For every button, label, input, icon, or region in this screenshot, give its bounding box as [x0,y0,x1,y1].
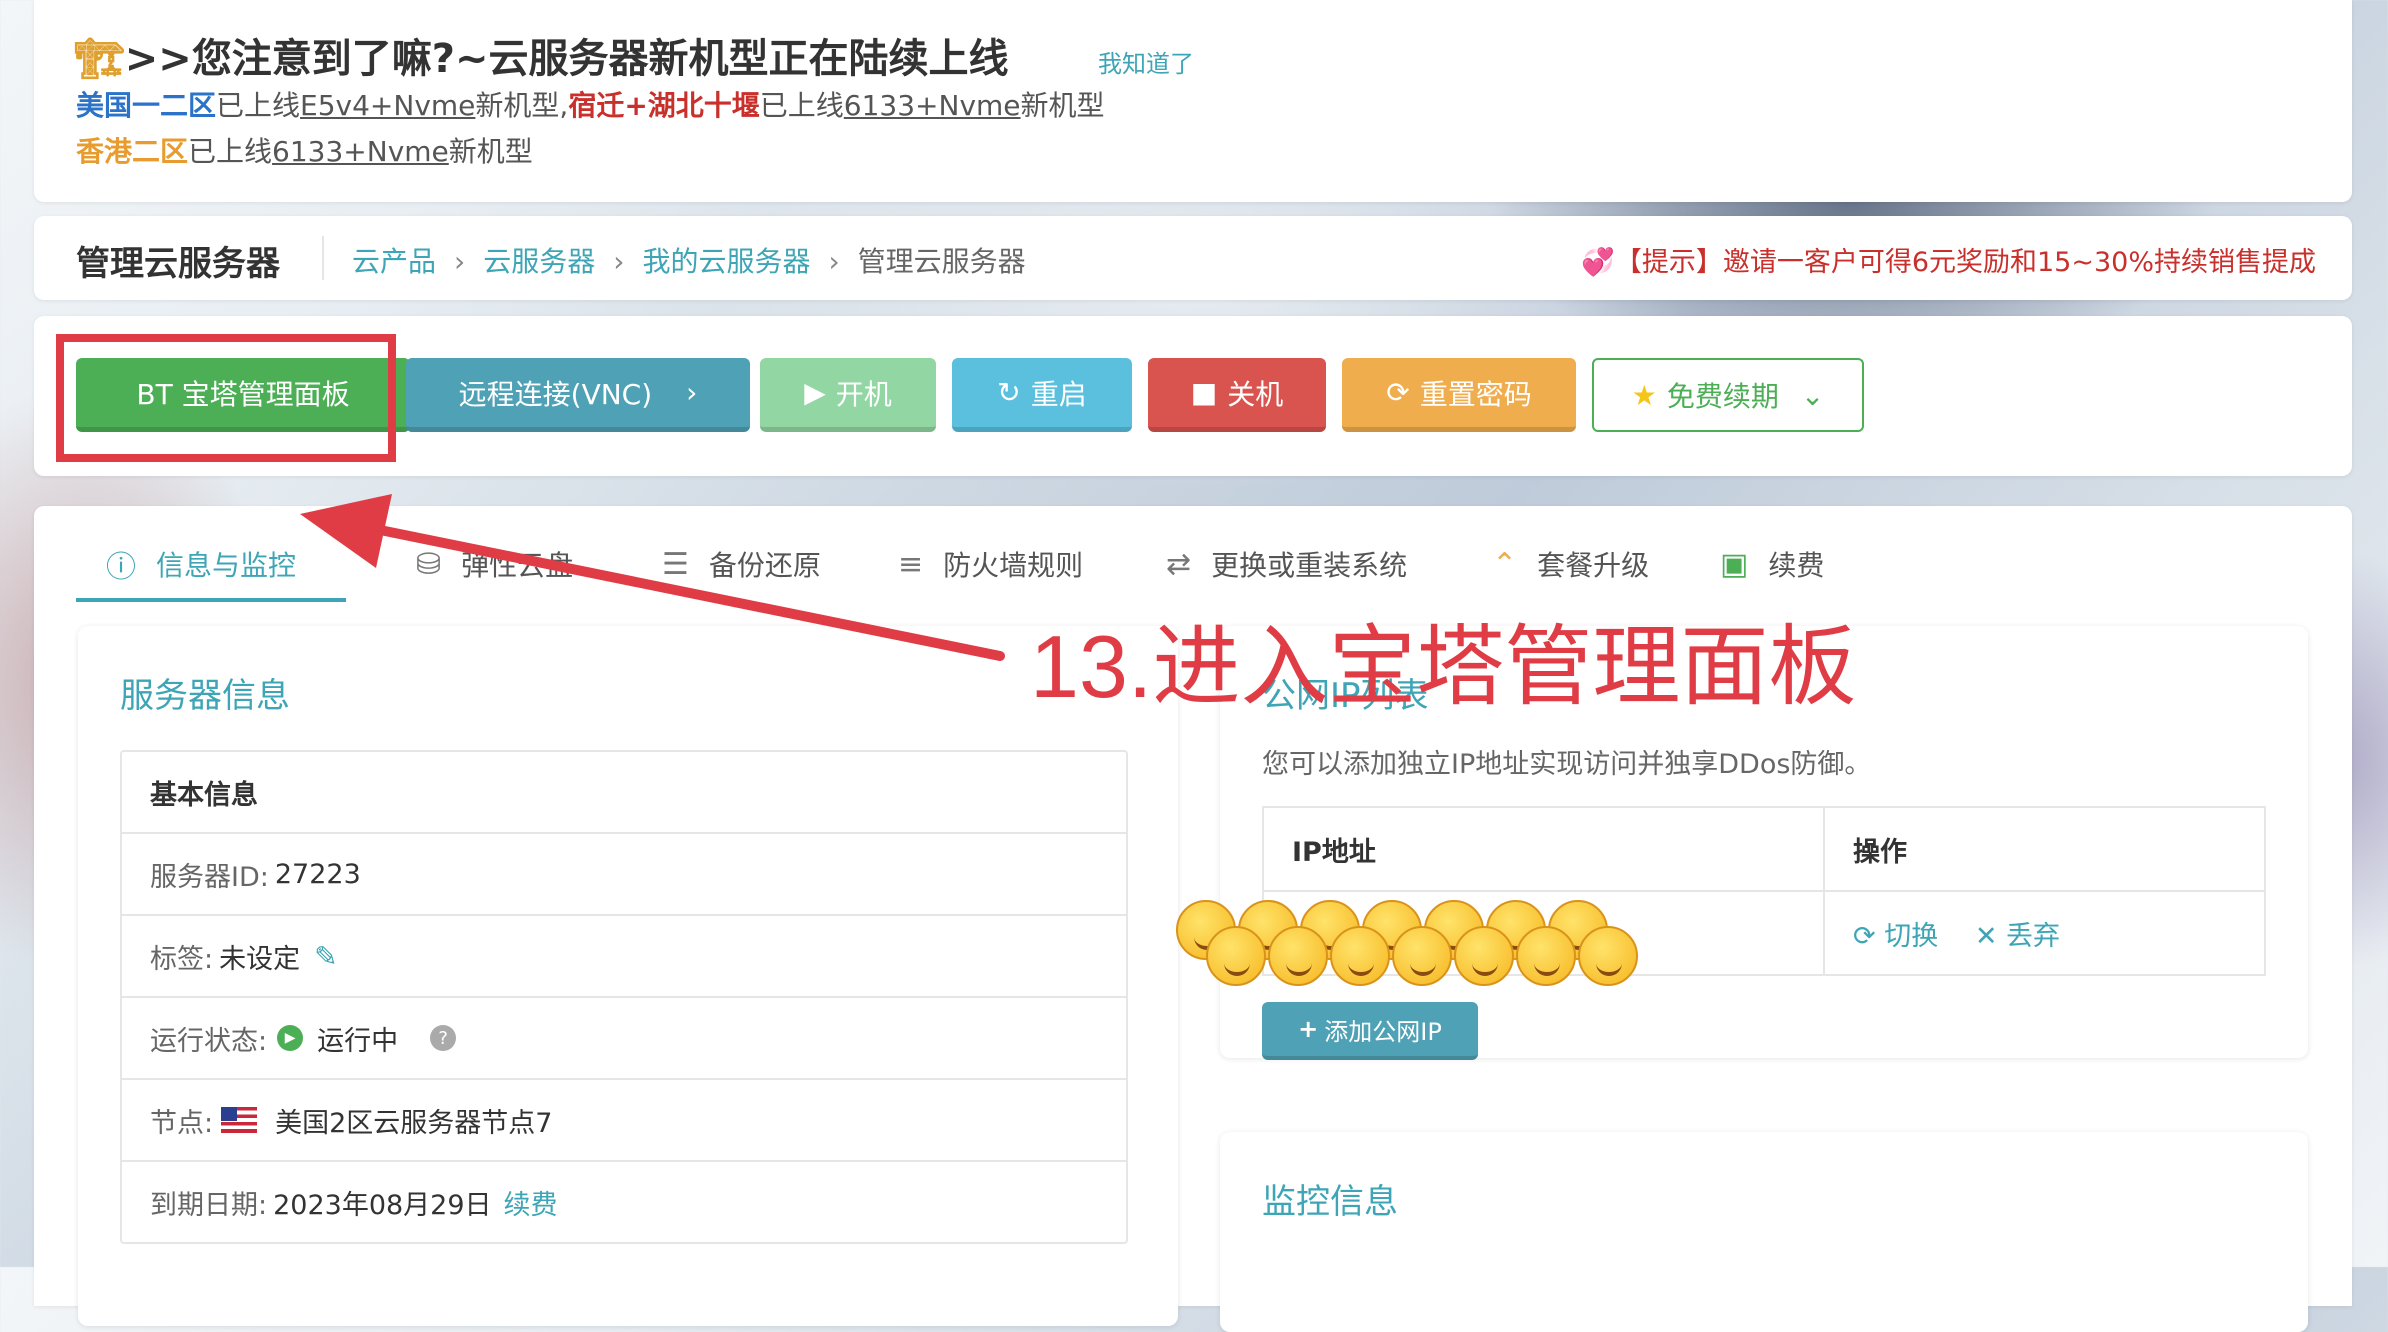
basic-info-header: 基本信息 [150,779,258,811]
chevron-right-icon: › [613,245,625,278]
close-icon: ✕ [1974,920,1998,952]
plus-icon: + [1298,1015,1319,1043]
header-divider [322,236,324,280]
free-renew-dropdown[interactable]: ★ 免费续期 ⌄ [1592,358,1864,432]
money-icon: ▣ [1720,546,1749,582]
tab-info-monitor[interactable]: ⓘ 信息与监控 [106,528,296,600]
power-on-button[interactable]: ▶ 开机 [760,358,936,432]
tab-elastic-disk[interactable]: ⛁ 弹性云盘 [416,528,573,600]
action-cell: ⟳ 切换 ✕ 丢弃 [1823,890,2266,976]
switch-ip-button[interactable]: ⟳ 切换 [1853,921,1938,952]
chevron-right-icon: › [828,245,840,278]
smiley-emoji-icon [1392,926,1452,986]
construction-crane-icon: 🏗 [74,36,125,82]
stop-icon: ■ [1190,376,1218,409]
page-title: 管理云服务器 [76,244,280,284]
server-info-table: 基本信息 服务器ID: 27223 标签: 未设定 ✎ 运行状态: ▶ 运行中? 节点: 美… [120,750,1128,1244]
breadcrumb-cloud-server[interactable]: 云服务器 [483,245,595,278]
us-flag-icon [221,1107,258,1133]
node-row: 节点: 美国2区云服务器节点7 [122,1078,1126,1160]
restart-button[interactable]: ↻ 重启 [952,358,1132,432]
bt-panel-button[interactable]: BT 宝塔管理面板 [76,358,410,432]
exchange-icon: ⇄ [1166,546,1192,582]
tab-firewall[interactable]: ≡ 防火墙规则 [898,528,1083,600]
double-chevron-up-icon: ⌃ [1492,546,1518,582]
list-icon: ≡ [898,546,924,582]
breadcrumb-my-servers[interactable]: 我的云服务器 [642,245,810,278]
smiley-emoji-icon [1206,926,1266,986]
emoji-redaction [1176,900,1638,986]
add-public-ip-button[interactable]: + 添加公网IP [1262,1002,1478,1060]
table-header-row: IP地址 操作 [1262,806,2266,892]
action-toolbar: BT 宝塔管理面板 远程连接(VNC) › ▶ 开机 ↻ 重启 ■ 关机 ⟳ 重置密码 ★… [34,316,2352,476]
status-row: 运行状态: ▶ 运行中? [122,996,1126,1078]
public-ip-description: 您可以添加独立IP地址实现访问并独享DDos防御。 [1262,749,1872,780]
tab-reinstall[interactable]: ⇄ 更换或重装系统 [1166,528,1407,600]
edit-icon[interactable]: ✎ [314,940,337,973]
server-info-panel: 服务器信息 基本信息 服务器ID: 27223 标签: 未设定 ✎ 运行状态: ▶ 运行中… [78,626,1178,1326]
shutdown-button[interactable]: ■ 关机 [1148,358,1326,432]
play-icon: ▶ [804,376,826,409]
info-icon: ⓘ [106,550,136,585]
referral-tip[interactable]: 💞【提示】邀请一客户可得6元奖励和15~30%持续销售提成 [1581,240,2316,279]
action-column-header: 操作 [1823,806,2266,892]
chevron-right-icon: › [686,376,698,409]
breadcrumb: 云产品 › 云服务器 › 我的云服务器 › 管理云服务器 [352,240,1026,280]
announcement-line-2: 香港二区已上线6133+Nvme新机型 [76,135,533,168]
smiley-emoji-icon [1454,926,1514,986]
announcement-line-1: 美国一二区已上线E5v4+Nvme新机型,宿迁+湖北十堰已上线6133+Nvme… [76,89,1105,122]
server-info-title: 服务器信息 [120,676,290,716]
annotation-text: 13.进入宝塔管理面板 [1030,617,1857,716]
active-tab-indicator [76,598,346,602]
smiley-emoji-icon [1268,926,1328,986]
server-icon: ☰ [662,546,689,582]
chevron-right-icon: › [454,245,466,278]
ip-column-header: IP地址 [1262,806,1825,892]
tag-row: 标签: 未设定 ✎ [122,914,1126,996]
reset-password-button[interactable]: ⟳ 重置密码 [1342,358,1576,432]
smiley-emoji-icon [1330,926,1390,986]
smiley-emoji-icon [1516,926,1576,986]
refresh-icon: ⟳ [1853,920,1876,952]
vnc-button[interactable]: 远程连接(VNC) › [406,358,750,432]
announcement-title: 🏗>>您注意到了嘛?~云服务器新机型正在陆续上线 [74,36,1009,82]
chevron-down-icon: ⌄ [1800,378,1825,412]
server-id-row: 服务器ID: 27223 [122,832,1126,914]
tab-renew[interactable]: ▣ 续费 [1720,528,1824,600]
discard-ip-button[interactable]: ✕ 丢弃 [1975,921,2060,952]
breadcrumb-current: 管理云服务器 [857,245,1026,278]
dismiss-link[interactable]: 我知道了 [1098,44,1194,79]
tab-upgrade[interactable]: ⌃ 套餐升级 [1492,528,1649,600]
hard-drive-icon: ⛁ [416,546,442,582]
monitor-panel: 监控信息 [1220,1132,2308,1332]
help-icon[interactable]: ? [430,1025,457,1051]
page-header: 管理云服务器 云产品 › 云服务器 › 我的云服务器 › 管理云服务器 💞【提示】邀请一客户… [34,216,2352,300]
smiley-emoji-icon [1578,926,1638,986]
play-circle-icon: ▶ [277,1025,304,1051]
announcement-card: 🏗>>您注意到了嘛?~云服务器新机型正在陆续上线 我知道了 美国一二区已上线E5… [34,0,2352,202]
sync-icon: ⟳ [1386,376,1410,409]
refresh-icon: ↻ [997,376,1021,409]
renew-link[interactable]: 续费 [504,1183,558,1222]
monitor-title: 监控信息 [1262,1182,1398,1222]
tab-backup-restore[interactable]: ☰ 备份还原 [662,528,821,600]
star-icon: ★ [1631,378,1657,412]
gem-heart-icon: 💞 [1581,247,1615,278]
expire-row: 到期日期: 2023年08月29日 续费 [122,1160,1126,1242]
breadcrumb-cloud-products[interactable]: 云产品 [352,245,436,278]
